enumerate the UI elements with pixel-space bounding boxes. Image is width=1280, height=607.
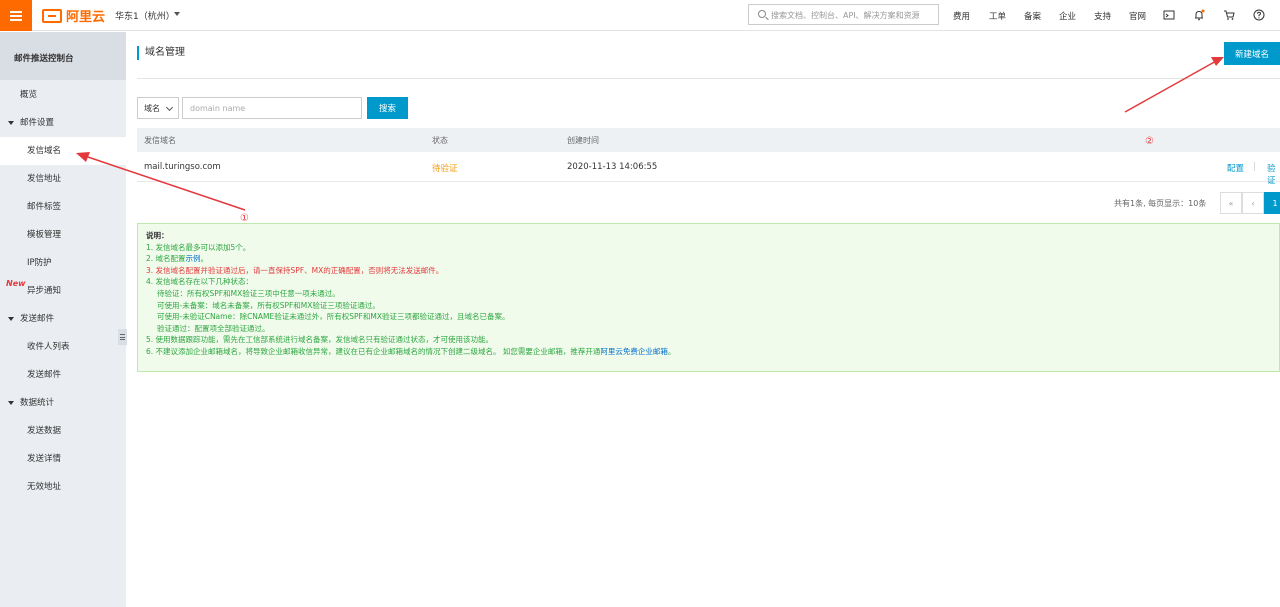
nav-link-ticket[interactable]: 工单 xyxy=(989,10,1006,22)
global-search[interactable] xyxy=(748,4,939,25)
annotation-arrowhead-2 xyxy=(1211,57,1224,66)
sidebar-collapse-toggle[interactable] xyxy=(118,329,127,345)
sidebar-item-invalid-address[interactable]: 无效地址 xyxy=(0,473,126,501)
table-row: mail.turingso.com 待验证 2020-11-13 14:06:5… xyxy=(137,152,1280,186)
column-header-domain: 发信域名 xyxy=(144,136,176,145)
sidebar-item-send-details[interactable]: 发送详情 xyxy=(0,445,126,473)
table-header: 发信域名 状态 创建时间 xyxy=(137,128,1280,152)
new-domain-button[interactable]: 新建域名 xyxy=(1224,42,1280,65)
configure-link[interactable]: 配置 xyxy=(1227,162,1244,174)
note-line-4: 4. 发信域名存在以下几种状态： xyxy=(146,277,254,287)
note-text: 6. 不建议添加企业邮箱域名，将导致企业邮箱收信异常，建议在已有企业邮箱域名的情… xyxy=(146,346,601,356)
sidebar-item-recipient-list[interactable]: 收件人列表 xyxy=(0,333,126,361)
cell-created-time: 2020-11-13 14:06:55 xyxy=(567,162,658,172)
nav-link-official-site[interactable]: 官网 xyxy=(1129,10,1146,22)
verify-link[interactable]: 验证 xyxy=(1267,162,1280,186)
cell-domain: mail.turingso.com xyxy=(144,162,221,172)
example-link[interactable]: 示例 xyxy=(186,254,201,263)
sidebar-group-mail-settings[interactable]: 邮件设置 xyxy=(0,109,126,137)
top-bar: 阿里云 华东1（杭州） 费用 工单 备案 企业 支持 官网 xyxy=(0,0,1280,31)
note-line-3: 3. 发信域名配置并验证通过后，请一直保持SPF、MX的正确配置，否则将无法发送… xyxy=(146,265,444,275)
sidebar-item-templates[interactable]: 模板管理 xyxy=(0,221,126,249)
column-header-created: 创建时间 xyxy=(567,136,599,145)
caret-down-icon xyxy=(8,121,14,125)
chevron-down-icon[interactable] xyxy=(174,12,180,16)
instructions-panel: 说明： 1. 发信域名最多可以添加5个。 2. 域名配置示例。 3. 发信域名配… xyxy=(137,223,1280,372)
hamburger-icon xyxy=(10,10,22,21)
page-title: 域名管理 xyxy=(137,46,185,60)
sidebar-item-send-data[interactable]: 发送数据 xyxy=(0,417,126,445)
logo-text: 阿里云 xyxy=(66,10,106,25)
action-separator: | xyxy=(1253,162,1256,172)
caret-down-icon xyxy=(8,317,14,321)
sidebar-group-label: 数据统计 xyxy=(20,398,55,408)
sidebar-item-overview[interactable]: 概览 xyxy=(0,81,126,109)
note-text: 2. 域名配置 xyxy=(146,254,186,264)
note-text: 。 xyxy=(667,346,676,356)
note-line-6: 6. 不建议添加企业邮箱域名，将导致企业邮箱收信异常，建议在已有企业邮箱域名的情… xyxy=(146,346,1279,358)
sidebar-group-label: 发送邮件 xyxy=(20,314,55,324)
note-line-4c: 可使用-未验证CName：除CNAME验证未通过外，所有权SPF和MX验证三项都… xyxy=(157,312,510,322)
status-badge: 待验证 xyxy=(432,164,458,174)
search-button[interactable]: 搜索 xyxy=(367,97,408,119)
annotation-marker-2: ② xyxy=(1145,136,1154,147)
domain-search-input[interactable] xyxy=(182,97,362,119)
help-icon[interactable] xyxy=(1253,9,1265,21)
sidebar-group-statistics[interactable]: 数据统计 xyxy=(0,389,126,417)
filter-type-value: 域名 xyxy=(144,104,160,113)
pager-first-button[interactable]: « xyxy=(1220,192,1242,214)
cart-icon[interactable] xyxy=(1223,9,1235,21)
annotation-arrow-2 xyxy=(1124,59,1219,113)
aliyun-logo-icon xyxy=(42,8,62,23)
note-line-5: 5. 使用数据跟踪功能，需先在工信部系统进行域名备案，发信域名只有验证通过状态，… xyxy=(146,335,494,345)
new-badge: New xyxy=(6,279,26,288)
sidebar-group-send-mail[interactable]: 发送邮件 xyxy=(0,305,126,333)
note-line-4b: 可使用-未备案：域名未备案，所有权SPF和MX验证三项验证通过。 xyxy=(157,300,380,310)
nav-link-enterprise[interactable]: 企业 xyxy=(1059,10,1076,22)
menu-button[interactable] xyxy=(0,0,32,31)
region-selector[interactable]: 华东1（杭州） xyxy=(115,9,175,22)
note-text: 。 xyxy=(200,254,209,264)
sidebar-item-ip-protection[interactable]: IP防护 xyxy=(0,249,126,277)
note-line-4d: 验证通过：配置项全部验证通过。 xyxy=(157,323,270,333)
collapse-icon xyxy=(120,334,125,340)
search-icon xyxy=(758,10,766,18)
notes-heading: 说明： xyxy=(146,231,169,240)
sidebar-item-sending-address[interactable]: 发信地址 xyxy=(0,165,126,193)
sidebar-item-sending-domain[interactable]: 发信域名 xyxy=(0,137,126,165)
sidebar: 邮件推送控制台 概览 邮件设置 发信域名 发信地址 邮件标签 模板管理 IP防护… xyxy=(0,32,126,607)
sidebar-title: 邮件推送控制台 xyxy=(0,32,126,80)
note-line-1: 1. 发信域名最多可以添加5个。 xyxy=(146,242,251,252)
divider xyxy=(137,78,1280,79)
column-header-status: 状态 xyxy=(432,136,448,145)
sidebar-item-send-mail[interactable]: 发送邮件 xyxy=(0,361,126,389)
filter-type-select[interactable]: 域名 xyxy=(137,97,179,119)
pager-prev-button[interactable]: ‹ xyxy=(1242,192,1264,214)
global-search-input[interactable] xyxy=(771,8,937,22)
bell-icon[interactable] xyxy=(1193,9,1205,21)
aliyun-logo[interactable]: 阿里云 xyxy=(42,7,106,25)
pager-summary: 共有1条, 每页显示：10条 xyxy=(1114,199,1207,208)
caret-down-icon xyxy=(8,401,14,405)
nav-link-billing[interactable]: 费用 xyxy=(953,10,970,22)
pager-page-1[interactable]: 1 xyxy=(1264,192,1280,214)
note-line-2: 2. 域名配置示例。 xyxy=(146,253,1279,265)
sidebar-group-label: 邮件设置 xyxy=(20,118,55,128)
terminal-icon[interactable] xyxy=(1163,9,1175,21)
annotation-marker-1: ① xyxy=(240,213,249,224)
note-line-4a: 待验证：所有权SPF和MX验证三项中任意一项未通过。 xyxy=(157,288,340,298)
sidebar-item-mail-tags[interactable]: 邮件标签 xyxy=(0,193,126,221)
nav-link-icp[interactable]: 备案 xyxy=(1024,10,1041,22)
free-enterprise-mail-link[interactable]: 阿里云免费企业邮箱 xyxy=(600,347,668,356)
chevron-down-icon xyxy=(165,103,174,112)
nav-link-support[interactable]: 支持 xyxy=(1094,10,1111,22)
